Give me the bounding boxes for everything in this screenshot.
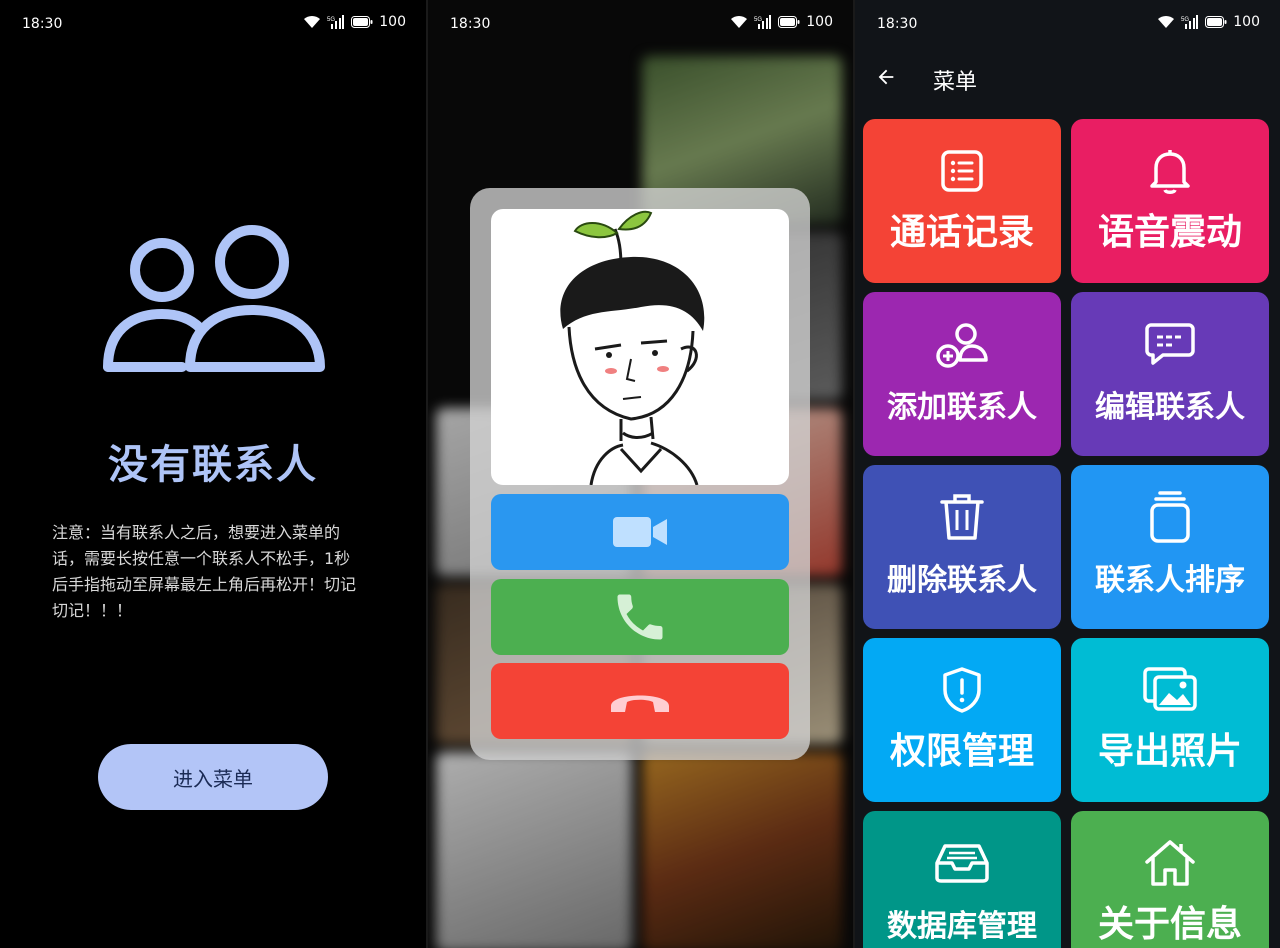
photos-icon (1143, 667, 1197, 711)
menu-about[interactable]: 关于信息 (1071, 811, 1269, 948)
message-icon (1145, 323, 1195, 365)
inbox-icon (935, 844, 989, 883)
screen-empty-contacts: 18:30 5G 100 没有联系人 注意：当有联系人之后，想要进入菜单的话，需… (0, 0, 426, 948)
back-arrow-icon[interactable] (875, 66, 897, 88)
battery-icon (351, 16, 373, 28)
signal-icon: 5G (754, 15, 772, 29)
voice-call-button[interactable] (491, 579, 789, 655)
screen-menu: 18:30 5G 100 菜单 通话记录 语音震动 添加联系人 编辑联系人 删除… (855, 0, 1280, 948)
contact-call-card (470, 188, 810, 760)
menu-permissions[interactable]: 权限管理 (863, 638, 1061, 802)
signal-icon: 5G (1181, 15, 1199, 29)
menu-edit-contact[interactable]: 编辑联系人 (1071, 292, 1269, 456)
screen-contact-call: 18:30 5G 100 (428, 0, 853, 948)
hang-up-button[interactable] (491, 663, 789, 739)
contact-avatar (491, 209, 789, 485)
status-bar: 18:30 5G 100 (855, 0, 1280, 50)
menu-label: 通话记录 (889, 212, 1034, 253)
video-camera-icon (613, 517, 667, 547)
video-call-button[interactable] (491, 494, 789, 570)
menu-label: 添加联系人 (887, 390, 1037, 425)
menu-database[interactable]: 数据库管理 (863, 811, 1061, 948)
status-time: 18:30 (22, 16, 63, 32)
menu-label: 联系人排序 (1095, 563, 1245, 598)
usage-note: 注意：当有联系人之后，想要进入菜单的话，需要长按任意一个联系人不松手，1秒后手指… (52, 523, 357, 620)
empty-title: 没有联系人 (108, 442, 318, 488)
svg-text:5G: 5G (327, 17, 335, 23)
enter-menu-button[interactable]: 进入菜单 (98, 744, 328, 810)
shield-alert-icon (943, 667, 981, 713)
list-icon (941, 150, 983, 192)
battery-icon (778, 16, 800, 28)
bell-icon (1150, 150, 1190, 194)
menu-call-log[interactable]: 通话记录 (863, 119, 1061, 283)
menu-add-contact[interactable]: 添加联系人 (863, 292, 1061, 456)
menu-label: 删除联系人 (887, 563, 1037, 598)
menu-label: 语音震动 (1097, 212, 1242, 253)
status-time: 18:30 (450, 16, 491, 32)
svg-text:5G: 5G (754, 17, 762, 23)
menu-voice-vibrate[interactable]: 语音震动 (1071, 119, 1269, 283)
battery-icon (1205, 16, 1227, 28)
stack-icon (1150, 491, 1190, 543)
phone-hangup-icon (611, 695, 669, 712)
menu-sort-contacts[interactable]: 联系人排序 (1071, 465, 1269, 629)
battery-level: 100 (806, 14, 833, 30)
status-bar: 18:30 5G 100 (428, 0, 853, 50)
wifi-icon (1158, 15, 1175, 28)
battery-level: 100 (379, 14, 406, 30)
phone-icon (617, 594, 663, 640)
menu-label: 数据库管理 (887, 909, 1037, 944)
avatar-drawing (560, 210, 705, 485)
menu-label: 编辑联系人 (1095, 390, 1245, 425)
signal-icon: 5G (327, 15, 345, 29)
menu-export-photos[interactable]: 导出照片 (1071, 638, 1269, 802)
page-title: 菜单 (933, 70, 978, 95)
add-person-icon (936, 323, 988, 368)
status-bar: 18:30 5G 100 (0, 0, 426, 50)
wifi-icon (304, 15, 321, 28)
svg-text:5G: 5G (1181, 17, 1189, 23)
status-time: 18:30 (877, 16, 918, 32)
menu-label: 权限管理 (889, 731, 1034, 772)
app-bar: 菜单 (855, 50, 1280, 110)
menu-label: 关于信息 (1097, 904, 1242, 945)
trash-icon (940, 494, 984, 540)
menu-label: 导出照片 (1097, 731, 1242, 772)
wifi-icon (731, 15, 748, 28)
menu-delete-contact[interactable]: 删除联系人 (863, 465, 1061, 629)
contacts-empty-icon (103, 225, 325, 372)
battery-level: 100 (1233, 14, 1260, 30)
home-icon (1145, 840, 1195, 886)
